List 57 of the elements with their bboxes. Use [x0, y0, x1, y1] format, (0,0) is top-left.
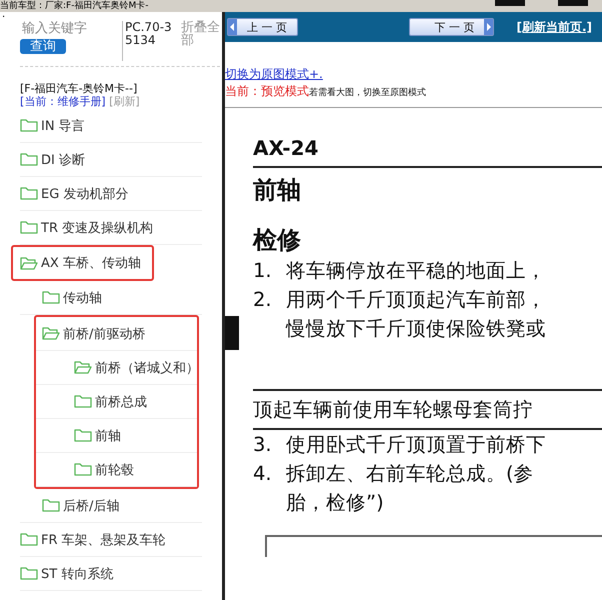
- next-page-button[interactable]: 下 一 页: [409, 18, 494, 36]
- section-heading: 检修: [253, 225, 302, 256]
- open-folder-icon: [42, 326, 60, 341]
- folder-icon: [20, 220, 38, 235]
- step-text: 慢慢放下千斤顶使保险铁凳或: [284, 316, 547, 342]
- step-number: 2.: [253, 287, 273, 313]
- folder-icon: [42, 290, 60, 305]
- vehicle-model-label: 当前车型：厂家:F-福田汽车奥铃M卡-: [0, 0, 148, 12]
- note-text: 顶起车辆前使用车轮螺母套筒拧: [253, 389, 602, 430]
- folder-icon: [20, 118, 38, 133]
- tree-item[interactable]: 前桥/前驱动桥: [36, 317, 197, 351]
- folder-icon: [74, 428, 92, 443]
- tree-item[interactable]: 前桥（诸城义和）: [36, 351, 197, 385]
- folder-icon: [74, 394, 92, 409]
- step-text: 用两个千斤顶顶起汽车前部，: [286, 287, 546, 313]
- step-text: 拆卸左、右前车轮总成。(参: [286, 461, 534, 487]
- current-mode-link[interactable]: [当前：维修手册]: [20, 95, 106, 108]
- dark-block: [225, 316, 239, 350]
- folder-icon: [74, 462, 92, 477]
- mode-hint: 若需看大图，切换至原图模式: [309, 88, 426, 98]
- step-number: 4.: [253, 461, 273, 487]
- tree-item[interactable]: FR 车架、悬架及车轮: [20, 523, 202, 557]
- tree-item[interactable]: 传动轴: [20, 281, 202, 315]
- tree-item[interactable]: EG 发动机部分: [20, 177, 202, 211]
- manual-code: PC.70-35134: [122, 21, 177, 61]
- folder-icon: [20, 566, 38, 581]
- search-button[interactable]: 查询: [20, 39, 66, 54]
- step-text: 使用卧式千斤顶顶置于前桥下: [286, 432, 546, 458]
- page-code: AX-24: [253, 136, 602, 168]
- open-folder-icon: [20, 256, 38, 270]
- tree-item[interactable]: 前轮毂: [36, 453, 197, 487]
- tree-item[interactable]: IN 导言: [20, 109, 202, 143]
- tree-item[interactable]: 前桥总成: [36, 385, 197, 419]
- vehicle-label: [F-福田汽车-奥铃M卡--]: [20, 82, 138, 95]
- folder-icon: [20, 152, 38, 167]
- step-number: 1.: [253, 258, 273, 284]
- preview-mode-label: 当前：预览模式: [225, 84, 309, 98]
- page-title: 前轴: [253, 175, 302, 206]
- open-folder-icon: [74, 360, 92, 375]
- toolbar-button-edge[interactable]: [558, 0, 588, 6]
- toolbar-button-edge[interactable]: [495, 0, 525, 6]
- tree-item[interactable]: 前轴: [36, 419, 197, 453]
- original-mode-link[interactable]: 切换为原图模式+.: [225, 66, 602, 82]
- step-text: 将车辆停放在平稳的地面上，: [286, 258, 546, 284]
- tree-item[interactable]: TR 变速及操纵机构: [20, 211, 202, 245]
- folder-icon: [42, 498, 60, 513]
- tree-item[interactable]: ST 转向系统: [20, 557, 202, 591]
- previous-page-button[interactable]: 上 一 页: [227, 18, 298, 36]
- folder-icon: [20, 186, 38, 201]
- tree-item[interactable]: AX 车桥、传动轴: [11, 245, 154, 281]
- dot-mark: .: [1, 12, 6, 18]
- step-text: 胎，检修”): [285, 490, 385, 516]
- folder-icon: [20, 532, 38, 547]
- refresh-page-link[interactable]: [刷新当前页.]: [516, 18, 592, 36]
- tree-item[interactable]: 后桥/后轴: [20, 489, 202, 523]
- step-number: 3.: [253, 432, 273, 458]
- tree-item[interactable]: DI 诊断: [20, 143, 202, 177]
